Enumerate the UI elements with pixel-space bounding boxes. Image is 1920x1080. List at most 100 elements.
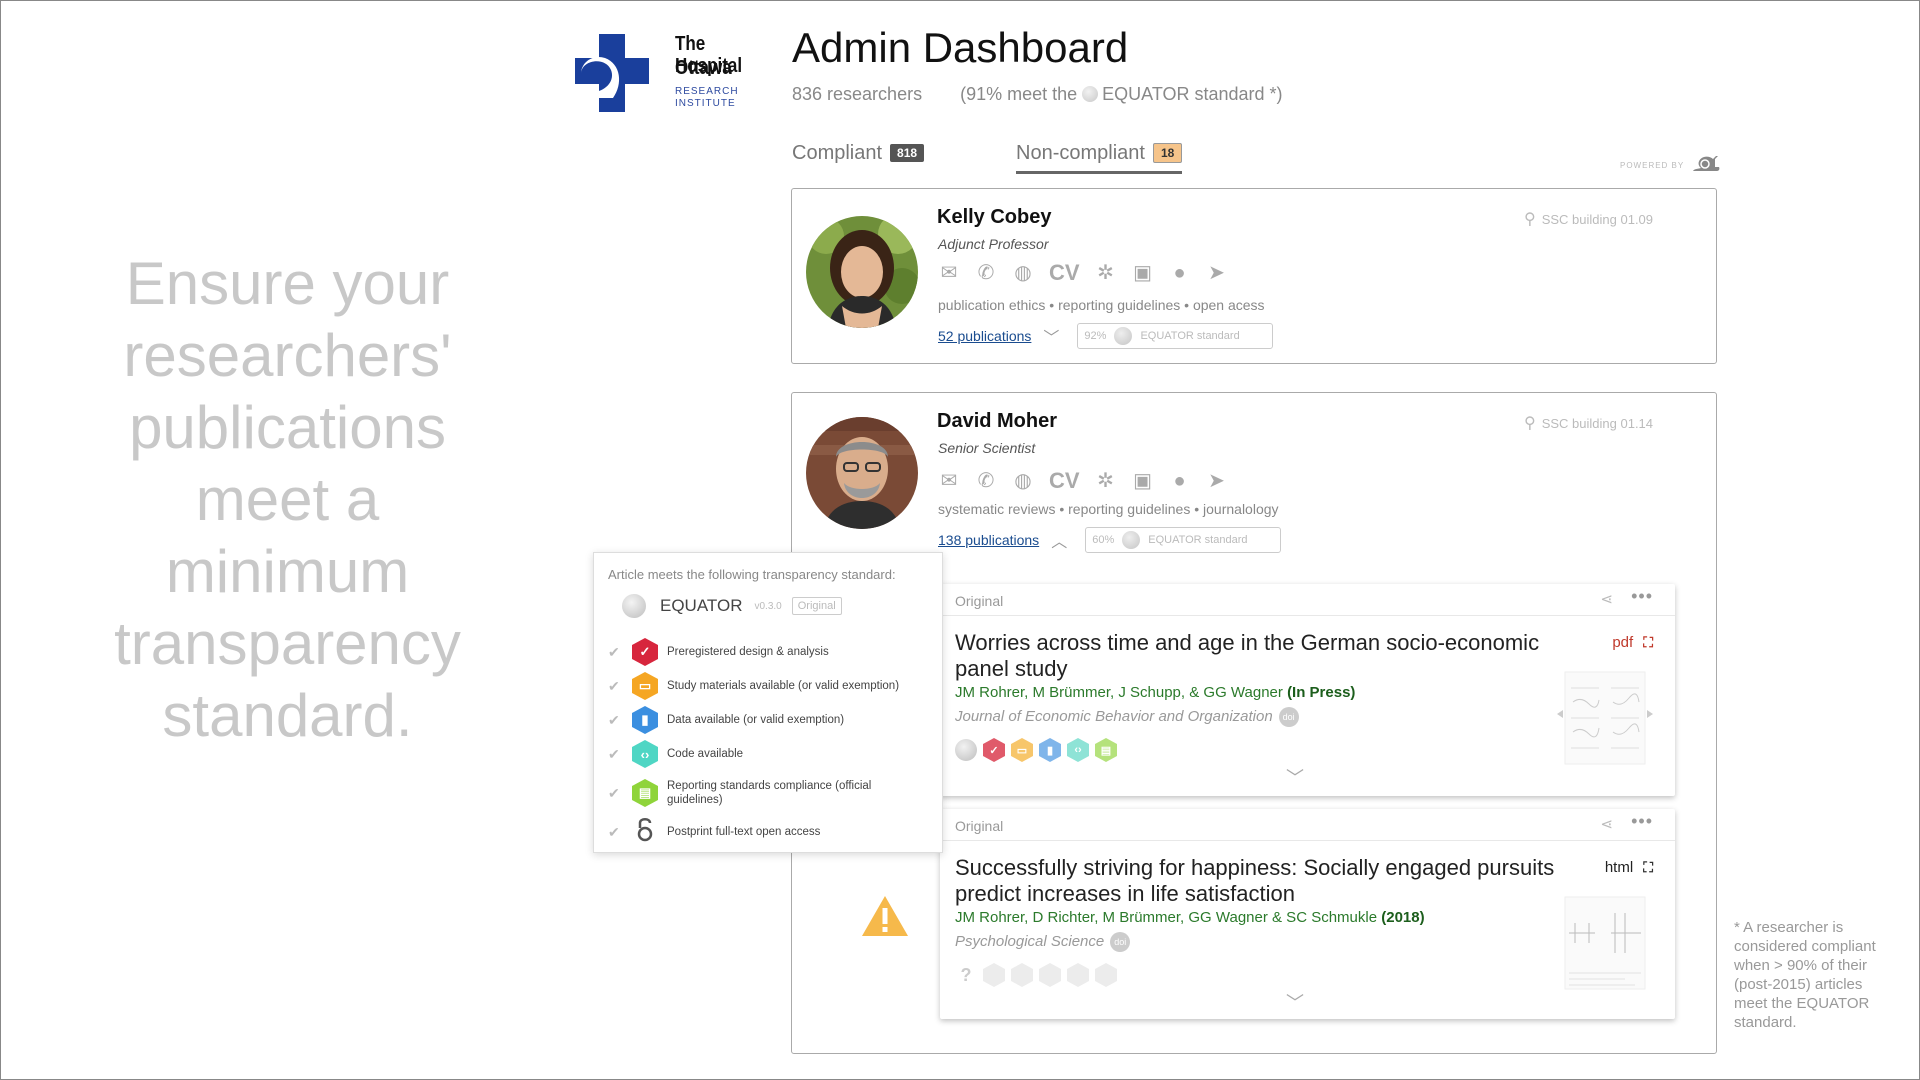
cv-icon[interactable]: CV bbox=[1049, 469, 1080, 493]
powered-by-label: POWERED BY bbox=[1620, 161, 1685, 170]
doi-icon[interactable]: doi bbox=[1278, 707, 1299, 727]
location-text: SSC building 01.09 bbox=[1541, 212, 1654, 227]
box-hex-icon[interactable] bbox=[1011, 963, 1033, 987]
article-title[interactable]: Successfully striving for happiness: Soc… bbox=[955, 855, 1565, 907]
tab-compliant[interactable]: Compliant 818 bbox=[792, 142, 925, 165]
standard-name: EQUATOR bbox=[660, 596, 743, 615]
google-scholar-icon[interactable]: ▣ bbox=[1132, 469, 1154, 493]
criterion-label: Preregistered design & analysis bbox=[667, 646, 829, 658]
orcid-icon[interactable]: ● bbox=[1169, 469, 1191, 493]
twitter-icon[interactable]: ➤ bbox=[1206, 261, 1228, 285]
researchgate-icon[interactable]: ✲ bbox=[1095, 261, 1117, 285]
article-title[interactable]: Worries across time and age in the Germa… bbox=[955, 630, 1565, 682]
twitter-icon[interactable]: ➤ bbox=[1206, 469, 1228, 493]
logo-sub-line2: INSTITUTE bbox=[675, 98, 736, 109]
article-format[interactable]: html ⛶ bbox=[1605, 859, 1653, 876]
hero-text: Ensure your researchers' publications me… bbox=[114, 250, 461, 749]
ottawa-hospital-logo: The Ottawa Hospital RESEARCH INSTITUTE bbox=[575, 32, 775, 112]
phone-icon[interactable]: ✆ bbox=[975, 261, 997, 285]
equator-percent: 92% bbox=[1084, 330, 1107, 342]
authors-text: JM Rohrer, D Richter, M Brümmer, GG Wagn… bbox=[955, 909, 1378, 926]
article-thumbnail[interactable] bbox=[1555, 893, 1655, 993]
check-hex-icon: ✓ bbox=[632, 638, 658, 666]
hospital-cross-icon bbox=[575, 34, 649, 112]
logo-sub-line1: RESEARCH bbox=[675, 86, 739, 97]
journal-name: Psychological Science bbox=[955, 933, 1105, 950]
email-icon[interactable]: ✉ bbox=[938, 469, 960, 493]
check-hex-icon[interactable] bbox=[983, 963, 1005, 987]
authors-text: JM Rohrer, M Brümmer, J Schupp, & GG Wag… bbox=[955, 684, 1283, 701]
publications-link[interactable]: 138 publications bbox=[938, 532, 1039, 548]
criterion-label: Data available (or valid exemption) bbox=[667, 714, 845, 726]
globe-icon[interactable]: ◍ bbox=[1012, 469, 1034, 493]
cv-icon[interactable]: CV bbox=[1049, 261, 1080, 285]
popover-heading: Article meets the following transparency… bbox=[608, 567, 896, 582]
list-item: ✔ ▤ Reporting standards compliance (offi… bbox=[608, 771, 933, 815]
chevron-down-icon[interactable]: ﹀ bbox=[1286, 989, 1304, 1015]
expand-icon[interactable]: ⛶ bbox=[1643, 634, 1653, 651]
globe-icon[interactable]: ◍ bbox=[1012, 261, 1034, 285]
chevron-down-icon[interactable]: ﹀ bbox=[1043, 324, 1059, 348]
article-format[interactable]: pdf ⛶ bbox=[1612, 634, 1653, 651]
expand-icon[interactable]: ⛶ bbox=[1643, 859, 1653, 876]
article-authors: JM Rohrer, M Brümmer, J Schupp, & GG Wag… bbox=[955, 684, 1355, 701]
researcher-name[interactable]: Kelly Cobey bbox=[937, 206, 1051, 229]
location: ⚲ SSC building 01.14 bbox=[1524, 413, 1653, 433]
share-icon[interactable]: ⋖ bbox=[1600, 815, 1613, 833]
article-card[interactable]: Original ⋖ ••• Successfully striving for… bbox=[940, 809, 1675, 1019]
criteria-list: ✔ ✓ Preregistered design & analysis ✔ ▭ … bbox=[608, 635, 933, 849]
chevron-up-icon[interactable]: ︿ bbox=[1051, 528, 1067, 552]
phone-icon[interactable]: ✆ bbox=[975, 469, 997, 493]
check-hex-icon[interactable]: ✓ bbox=[983, 738, 1005, 762]
tab-noncompliant[interactable]: Non-compliant 18 bbox=[1016, 142, 1183, 174]
document-hex-icon[interactable]: ▤ bbox=[1095, 738, 1117, 762]
contact-icons: ✉ ✆ ◍ CV ✲ ▣ ● ➤ bbox=[938, 469, 1228, 493]
chevron-down-icon[interactable]: ﹀ bbox=[1286, 764, 1304, 790]
box-hex-icon[interactable]: ▭ bbox=[1011, 738, 1033, 762]
article-type-label: Original bbox=[955, 593, 1004, 609]
chart-hex-icon: ▮ bbox=[632, 706, 658, 734]
email-icon[interactable]: ✉ bbox=[938, 261, 960, 285]
equator-icon[interactable] bbox=[955, 739, 977, 761]
orcid-icon[interactable]: ● bbox=[1169, 261, 1191, 285]
question-mark-icon[interactable]: ? bbox=[955, 965, 977, 986]
researcher-role: Adjunct Professor bbox=[938, 236, 1049, 252]
researcher-name[interactable]: David Moher bbox=[937, 410, 1057, 433]
open-lock-icon bbox=[632, 816, 658, 848]
noncompliant-count-badge: 18 bbox=[1152, 143, 1183, 163]
researcher-count: 836 researchers bbox=[792, 84, 923, 104]
more-options-icon[interactable]: ••• bbox=[1631, 811, 1653, 832]
criterion-label: Postprint full-text open access bbox=[667, 826, 821, 838]
article-thumbnail[interactable] bbox=[1555, 668, 1655, 768]
format-label[interactable]: html bbox=[1605, 859, 1633, 876]
page-title: Admin Dashboard bbox=[792, 24, 1129, 71]
location: ⚲ SSC building 01.09 bbox=[1524, 209, 1653, 229]
warning-icon bbox=[862, 896, 908, 936]
equator-label: EQUATOR standard bbox=[1140, 330, 1240, 342]
research-keywords: systematic reviews • reporting guideline… bbox=[938, 501, 1279, 517]
share-icon[interactable]: ⋖ bbox=[1600, 590, 1613, 608]
compliance-footnote: * A researcher is considered compliant w… bbox=[1734, 919, 1876, 1031]
research-keywords: publication ethics • reporting guideline… bbox=[938, 297, 1265, 313]
contact-icons: ✉ ✆ ◍ CV ✲ ▣ ● ➤ bbox=[938, 261, 1228, 285]
document-hex-icon[interactable] bbox=[1095, 963, 1117, 987]
code-hex-icon[interactable]: ‹› bbox=[1067, 738, 1089, 762]
code-hex-icon: ‹› bbox=[632, 740, 658, 768]
more-options-icon[interactable]: ••• bbox=[1631, 586, 1653, 607]
doi-icon[interactable]: doi bbox=[1110, 932, 1131, 952]
equator-icon bbox=[1122, 531, 1141, 549]
publications-link[interactable]: 52 publications bbox=[938, 328, 1031, 344]
chart-hex-icon[interactable]: ▮ bbox=[1039, 738, 1061, 762]
checkmark-icon: ✔ bbox=[608, 643, 620, 660]
criterion-label: Code available bbox=[667, 748, 744, 760]
format-label[interactable]: pdf bbox=[1612, 634, 1633, 651]
list-item: ✔ ▮ Data available (or valid exemption) bbox=[608, 703, 933, 737]
powered-by: POWERED BY bbox=[1620, 155, 1721, 173]
publication-status: (In Press) bbox=[1287, 684, 1356, 701]
chart-hex-icon[interactable] bbox=[1039, 963, 1061, 987]
google-scholar-icon[interactable]: ▣ bbox=[1132, 261, 1154, 285]
article-card[interactable]: Original ⋖ ••• Worries across time and a… bbox=[940, 584, 1675, 796]
researchgate-icon[interactable]: ✲ bbox=[1095, 469, 1117, 493]
code-hex-icon[interactable] bbox=[1067, 963, 1089, 987]
map-pin-icon: ⚲ bbox=[1524, 415, 1536, 432]
